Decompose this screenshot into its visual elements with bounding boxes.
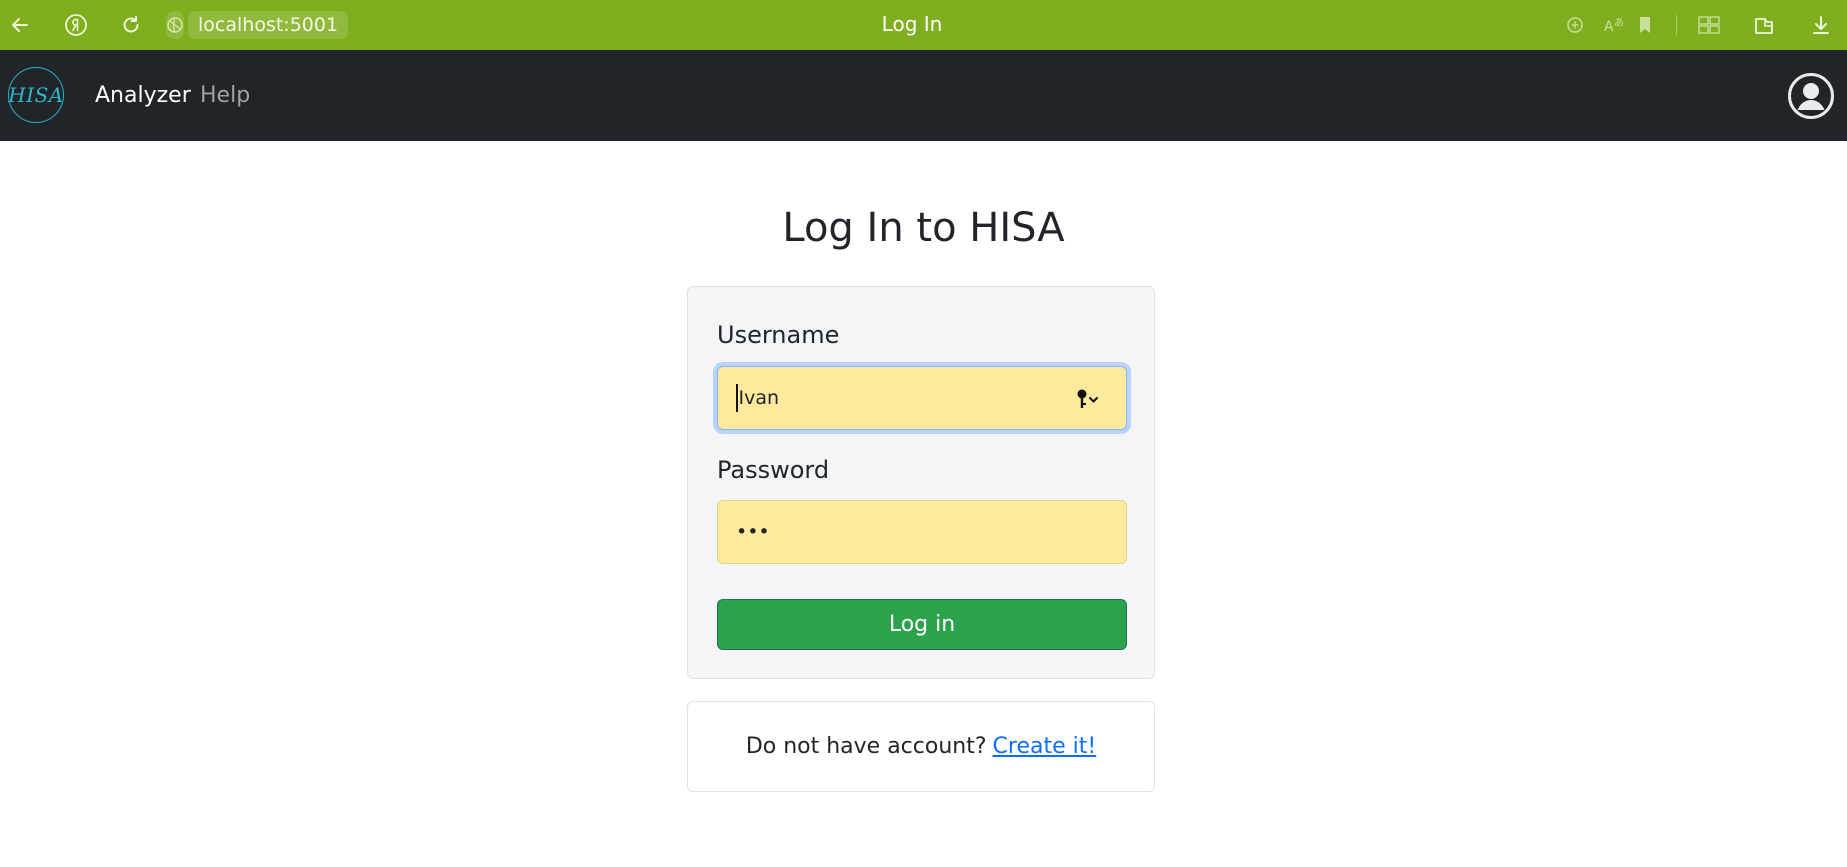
password-label: Password: [717, 456, 830, 484]
hisa-logo[interactable]: HISA: [8, 67, 64, 123]
username-input[interactable]: Ivan: [717, 366, 1127, 430]
extensions-icon[interactable]: [1693, 9, 1725, 41]
nav-link-analyzer[interactable]: Analyzer: [95, 83, 191, 108]
logo-text: HISA: [8, 83, 64, 107]
browser-toolbar: localhost:5001 Log In Aあ: [0, 0, 1847, 50]
password-manager-key-icon[interactable]: [1076, 388, 1102, 410]
login-form-card: Username Ivan Password ••• Log in: [687, 286, 1155, 679]
password-masked-value: •••: [736, 521, 770, 543]
tab-title: Log In: [881, 12, 943, 36]
app-navbar: [0, 50, 1847, 141]
login-button[interactable]: Log in: [717, 599, 1127, 650]
user-circle-icon[interactable]: [1787, 72, 1835, 120]
username-value: Ivan: [738, 387, 780, 409]
signup-card: Do not have account? Create it!: [687, 701, 1155, 792]
download-icon[interactable]: [1805, 9, 1837, 41]
zoom-icon[interactable]: [1559, 9, 1591, 41]
text-caret: [736, 384, 738, 412]
signup-prompt: Do not have account?: [745, 734, 987, 759]
svg-text:A: A: [1604, 19, 1614, 35]
collections-icon[interactable]: [1748, 9, 1780, 41]
password-input[interactable]: •••: [717, 500, 1127, 564]
translate-icon[interactable]: Aあ: [1598, 9, 1630, 41]
nav-link-help[interactable]: Help: [200, 83, 250, 108]
bookmark-icon[interactable]: [1629, 9, 1661, 41]
toolbar-divider: [1676, 15, 1677, 35]
page-title: Log In to HISA: [782, 205, 1065, 251]
svg-text:あ: あ: [1614, 17, 1624, 29]
username-label: Username: [717, 321, 840, 349]
create-account-link[interactable]: Create it!: [993, 734, 1097, 759]
